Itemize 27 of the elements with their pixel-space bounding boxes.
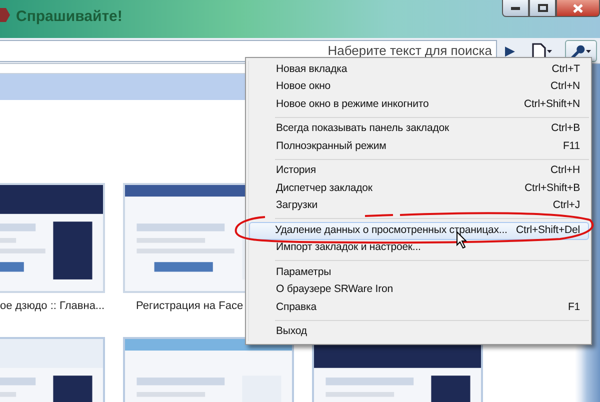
page-icon xyxy=(531,42,553,58)
menu-item[interactable]: Выход xyxy=(275,324,589,341)
menu-item[interactable]: Всегда показывать панель закладок Ctrl+B xyxy=(275,120,589,138)
go-button[interactable]: ▶ xyxy=(501,40,519,62)
minimize-icon xyxy=(511,6,520,10)
close-icon xyxy=(573,4,583,12)
minimize-button[interactable] xyxy=(502,0,529,17)
search-field[interactable]: Наберите текст для поиска xyxy=(0,40,497,62)
menu-item[interactable]: Диспетчер закладок Ctrl+Shift+B xyxy=(275,180,589,198)
thumbnail-title[interactable]: ое дзюдо :: Главна... xyxy=(0,298,105,314)
menu-item[interactable]: Полноэкранный режим F11 xyxy=(275,138,589,156)
menu-item[interactable]: Новое окно в режиме инкогнито Ctrl+Shift+N xyxy=(275,96,589,114)
menu-item[interactable]: Параметры xyxy=(275,264,589,282)
close-button[interactable] xyxy=(556,0,600,17)
menu-item[interactable]: О браузере SRWare Iron xyxy=(275,282,589,299)
menu-item[interactable]: Новое окно Ctrl+N xyxy=(275,78,589,96)
maximize-icon xyxy=(538,4,548,12)
maximize-button[interactable] xyxy=(529,0,556,17)
window-title: Спрашивайте! xyxy=(16,7,122,27)
menu-item[interactable]: История Ctrl+H xyxy=(275,162,589,180)
menu-item[interactable]: Импорт закладок и настроек... xyxy=(275,240,589,257)
thumbnail-title[interactable]: Регистрация на Face xyxy=(136,298,244,314)
menu-item[interactable]: Новая вкладка Ctrl+T xyxy=(275,61,589,78)
app-icon xyxy=(0,8,10,22)
menu-item[interactable]: Справка F1 xyxy=(275,299,589,316)
menu-item[interactable]: Удаление данных о просмотренных страницах... Ctrl+Shift+Del xyxy=(249,222,589,240)
menu-item[interactable]: Загрузки Ctrl+J xyxy=(275,198,589,215)
